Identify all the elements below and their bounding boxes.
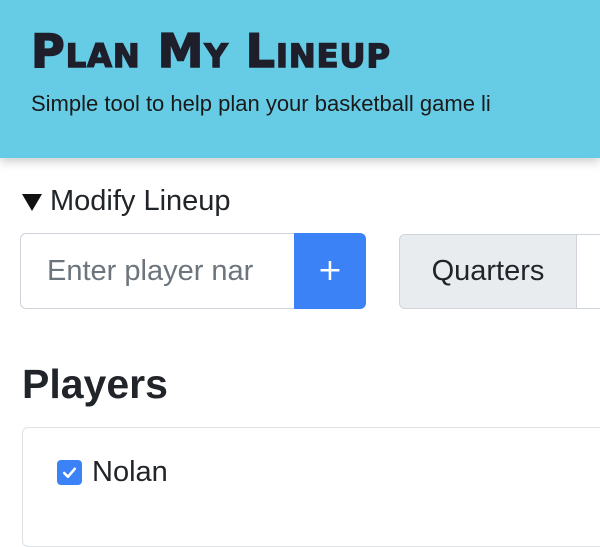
player-name: Nolan: [92, 456, 168, 488]
list-item[interactable]: Nolan: [57, 454, 168, 490]
quarters-select[interactable]: [576, 234, 600, 309]
modify-lineup-label: Modify Lineup: [50, 185, 231, 217]
modify-lineup-toggle[interactable]: Modify Lineup: [22, 183, 231, 219]
add-player-button[interactable]: +: [294, 233, 366, 309]
player-name-input[interactable]: [20, 233, 296, 309]
app-subtitle: Simple tool to help plan your basketball…: [31, 91, 491, 116]
app-header: Plan My Lineup Simple tool to help plan …: [0, 0, 600, 158]
disclosure-triangle-icon: [22, 193, 42, 211]
players-heading: Players: [22, 361, 168, 407]
players-list: Nolan: [22, 427, 600, 547]
player-checkbox[interactable]: [57, 459, 82, 485]
app-title: Plan My Lineup: [30, 23, 391, 79]
checkmark-icon: [62, 467, 77, 478]
quarters-label: Quarters: [399, 234, 577, 309]
